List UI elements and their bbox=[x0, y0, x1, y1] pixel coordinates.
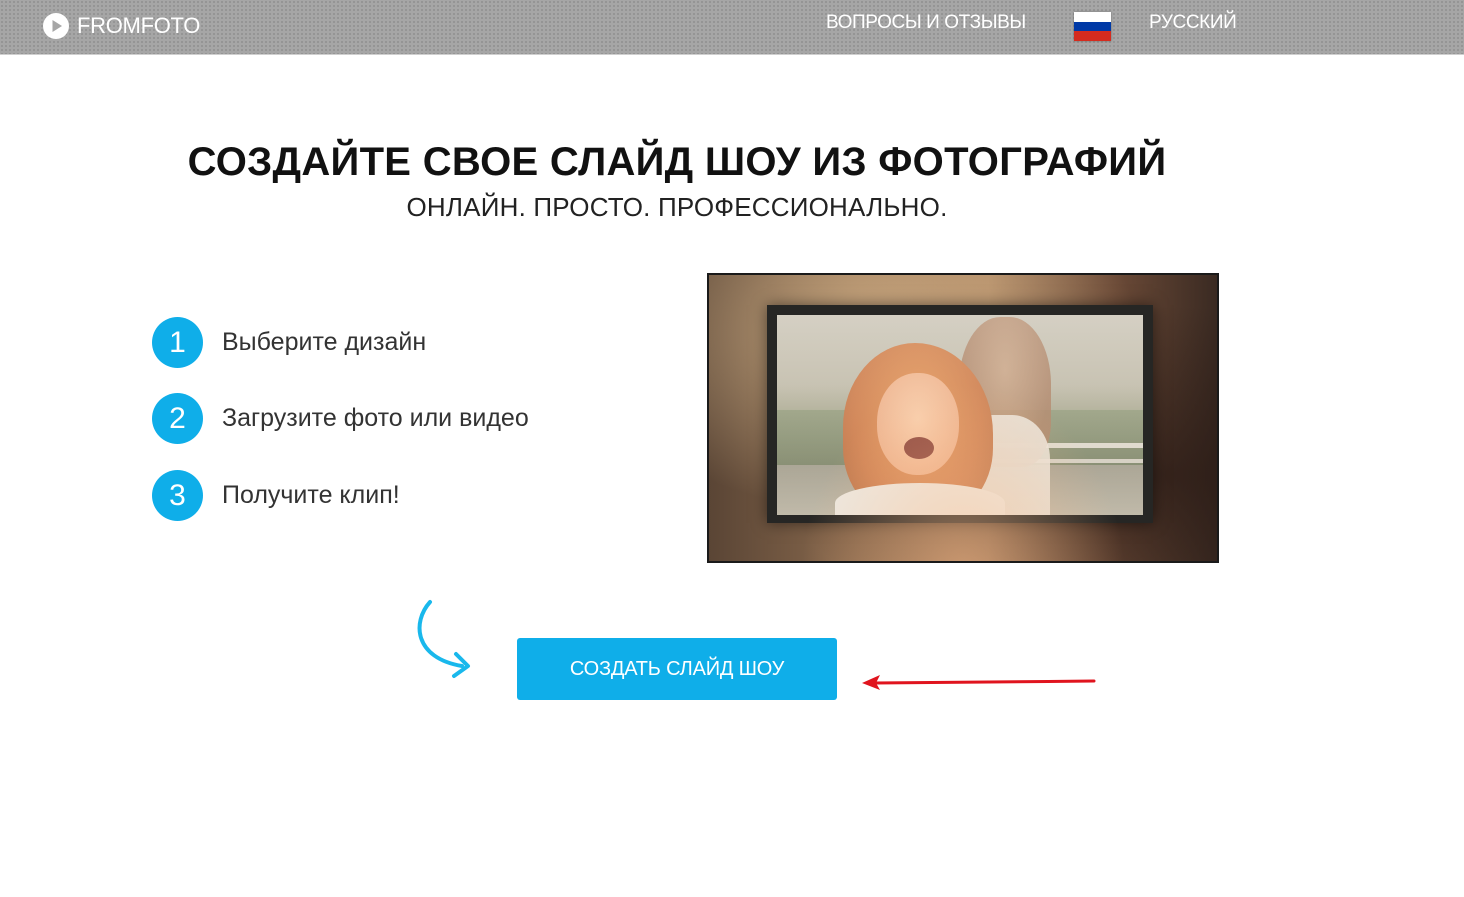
logo-link[interactable]: FROMFOTO bbox=[42, 12, 200, 40]
language-selector[interactable]: РУССКИЙ bbox=[1149, 12, 1237, 34]
step-number-badge: 3 bbox=[152, 470, 203, 521]
step-number-badge: 2 bbox=[152, 393, 203, 444]
nav-faq-link[interactable]: ВОПРОСЫ И ОТЗЫВЫ bbox=[826, 12, 1026, 34]
step-2: 2 Загрузите фото или видео bbox=[152, 393, 529, 444]
page-title: СОЗДАЙТЕ СВОЕ СЛАЙД ШОУ ИЗ ФОТОГРАФИЙ bbox=[187, 140, 1167, 184]
create-slideshow-button[interactable]: СОЗДАТЬ СЛАЙД ШОУ bbox=[517, 638, 837, 700]
step-3: 3 Получите клип! bbox=[152, 470, 400, 521]
flag-stripe-blue bbox=[1074, 21, 1111, 32]
step-label: Загрузите фото или видео bbox=[222, 404, 529, 432]
step-number-badge: 1 bbox=[152, 317, 203, 368]
slideshow-preview-image bbox=[707, 273, 1219, 563]
top-bar: FROMFOTO ВОПРОСЫ И ОТЗЫВЫ РУССКИЙ bbox=[0, 0, 1464, 55]
page-subtitle: ОНЛАЙН. ПРОСТО. ПРОФЕССИОНАЛЬНО. bbox=[406, 192, 948, 222]
preview-light-flare bbox=[709, 275, 1217, 561]
logo-text: FROMFOTO bbox=[77, 13, 201, 38]
red-pointer-arrow-icon bbox=[862, 675, 1096, 690]
flag-stripe-white bbox=[1074, 12, 1111, 22]
step-label: Выберите дизайн bbox=[222, 328, 427, 356]
step-label: Получите клип! bbox=[222, 481, 400, 509]
russia-flag-icon[interactable] bbox=[1074, 12, 1111, 41]
play-circle-icon bbox=[43, 13, 69, 39]
flag-stripe-red bbox=[1074, 31, 1111, 41]
step-1: 1 Выберите дизайн bbox=[152, 317, 426, 368]
curved-arrow-icon bbox=[417, 600, 470, 678]
